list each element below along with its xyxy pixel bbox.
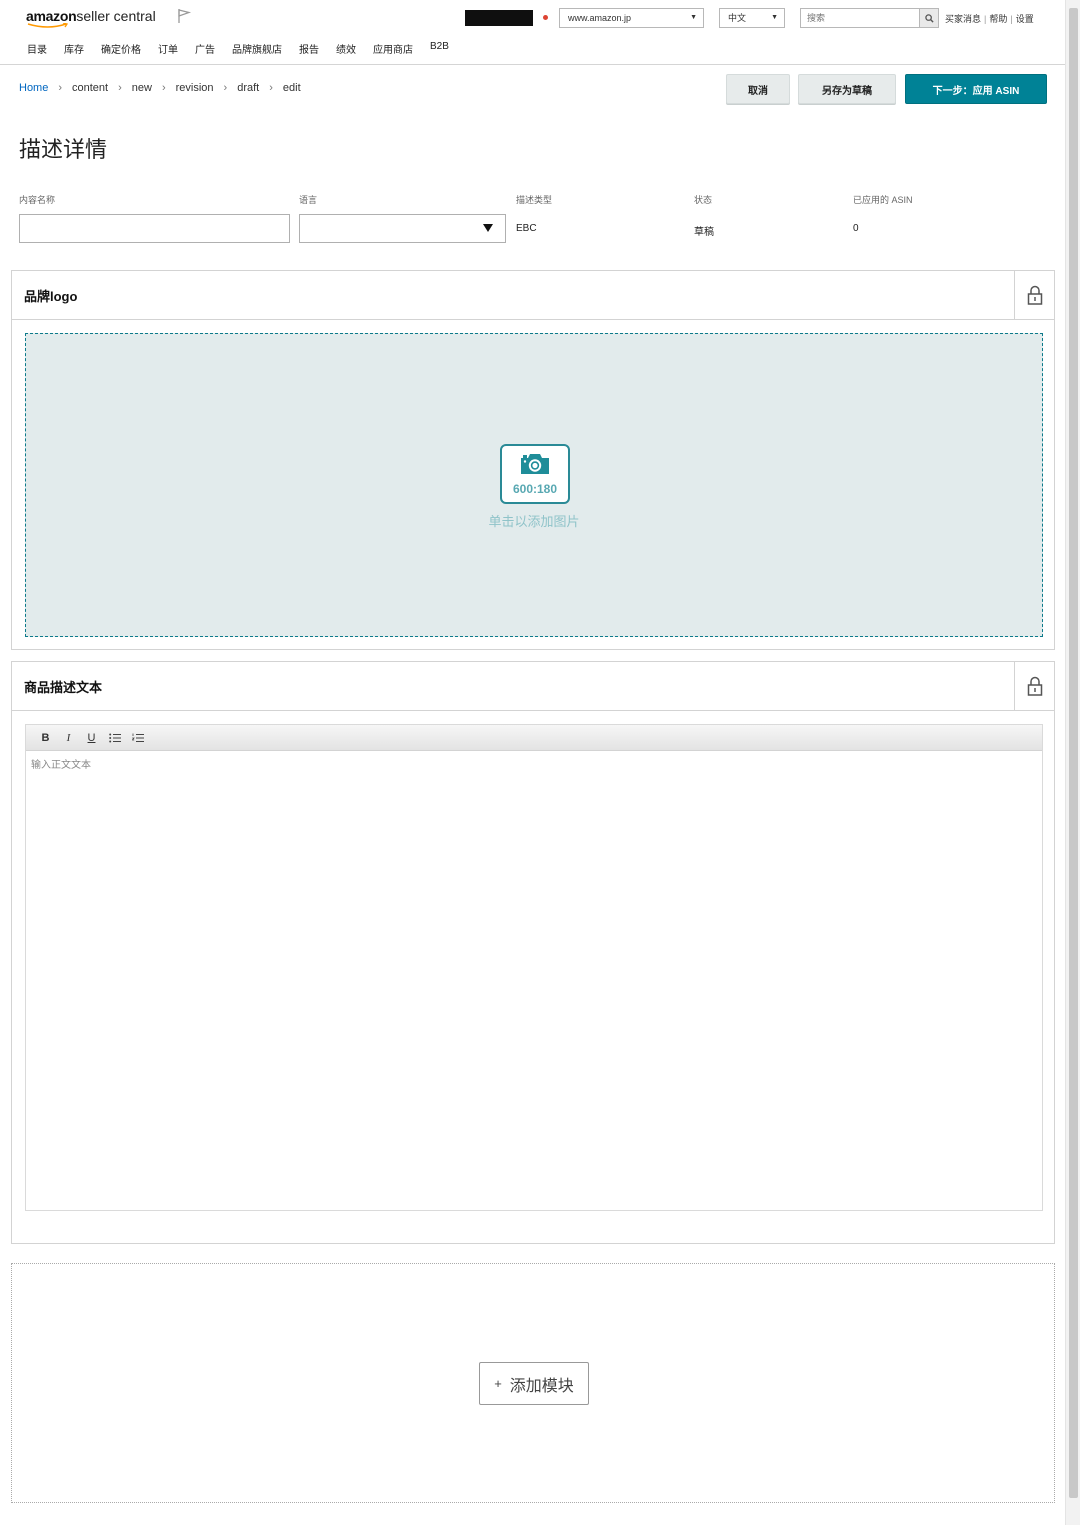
lock-button[interactable] [1014,662,1054,710]
image-ratio-label: 600:180 [512,482,558,496]
breadcrumb-new[interactable]: new [132,82,152,94]
chevron-right-icon: › [269,82,273,94]
main-nav: 目录 库存 确定价格 订单 广告 品牌旗舰店 报告 绩效 应用商店 B2B [27,41,466,56]
module-title: 商品描述文本 [24,680,103,695]
lock-icon [1027,285,1042,305]
add-image-button[interactable]: 600:180 [500,444,570,504]
link-buyer-messages[interactable]: 买家消息 [945,14,981,24]
chevron-right-icon: › [161,82,166,94]
flag-icon[interactable] [176,8,192,24]
product-description-module: 商品描述文本 B I U 输入正文文本 [11,661,1055,1244]
nav-performance[interactable]: 绩效 [336,41,356,56]
search-button[interactable] [919,8,939,28]
nav-stores[interactable]: 品牌旗舰店 [232,41,282,56]
chevron-right-icon: › [58,82,63,94]
camera-icon [521,454,549,474]
plus-icon: + [494,1376,502,1391]
editor-toolbar: B I U [26,725,1042,751]
caret-down-icon: ▼ [690,14,697,21]
module-header: 商品描述文本 [12,662,1054,711]
scrollbar-thumb[interactable] [1069,8,1078,1498]
link-help[interactable]: 帮助 [989,14,1007,24]
nav-inventory[interactable]: 库存 [64,41,84,56]
nav-b2b[interactable]: B2B [430,41,449,56]
breadcrumb-content[interactable]: content [72,82,108,94]
nav-reports[interactable]: 报告 [299,41,319,56]
chevron-right-icon: › [118,82,122,94]
next-apply-asin-button[interactable]: 下一步：应用 ASIN [905,74,1047,104]
module-header: 品牌logo [12,271,1054,320]
brand-logo-module: 品牌logo 600:180 单击以添加图片 [11,270,1055,650]
image-dropzone[interactable]: 600:180 单击以添加图片 [25,333,1043,637]
caret-down-icon: ▼ [771,14,778,21]
content-name-input[interactable] [19,214,290,243]
nav-orders[interactable]: 订单 [158,41,178,56]
lock-icon [1027,676,1042,696]
chevron-right-icon: › [223,82,228,94]
module-title: 品牌logo [24,289,78,304]
status-value: 草稿 [694,227,714,238]
editor-placeholder: 输入正文文本 [31,760,91,771]
applied-asin-value: 0 [853,223,859,234]
save-draft-button[interactable]: 另存为草稿 [798,74,896,104]
applied-asin-label: 已应用的 ASIN [853,195,913,205]
cancel-button[interactable]: 取消 [726,74,790,104]
breadcrumb: Home › content › new › revision › draft … [19,82,301,94]
add-module-area: + 添加模块 [11,1263,1055,1503]
lock-button[interactable] [1014,271,1054,319]
redacted-account-name [465,10,533,26]
top-header: amazonseller central www.amazon.jp ▼ 中文 … [0,0,1065,65]
rich-text-editor[interactable]: B I U 输入正文文本 [25,724,1043,1211]
underline-button[interactable]: U [80,729,103,747]
search-icon [924,13,934,23]
breadcrumb-edit: edit [282,82,301,94]
nav-appstore[interactable]: 应用商店 [373,41,413,56]
numbered-list-button[interactable] [126,729,149,747]
marketplace-select[interactable]: www.amazon.jp ▼ [559,8,704,28]
caret-down-icon [483,224,493,232]
type-value: EBC [516,223,537,234]
nav-catalog[interactable]: 目录 [27,41,47,56]
add-module-button[interactable]: + 添加模块 [479,1362,589,1405]
breadcrumb-draft[interactable]: draft [237,82,259,94]
italic-button[interactable]: I [57,729,80,747]
numbered-list-icon [131,733,144,742]
japan-flag-icon [540,12,551,23]
bold-button[interactable]: B [34,729,57,747]
status-label: 状态 [694,195,713,205]
search-input[interactable] [800,8,920,28]
language-label: 语言 [299,195,318,205]
amazon-smile-icon [27,23,69,28]
nav-pricing[interactable]: 确定价格 [101,41,141,56]
breadcrumb-revision[interactable]: revision [176,82,214,94]
bulleted-list-icon [108,733,121,742]
top-links: 买家消息 | 帮助 | 设置 [945,14,1034,24]
breadcrumb-home[interactable]: Home [19,82,48,94]
bulleted-list-button[interactable] [103,729,126,747]
add-module-label: 添加模块 [509,1377,574,1395]
type-label: 描述类型 [516,195,553,205]
link-settings[interactable]: 设置 [1016,14,1034,24]
language-dropdown[interactable] [299,214,506,243]
language-select[interactable]: 中文 ▼ [719,8,785,28]
add-image-hint: 单击以添加图片 [488,514,580,529]
content-name-label: 内容名称 [19,195,56,205]
vertical-scrollbar[interactable] [1065,0,1080,1525]
nav-advertising[interactable]: 广告 [195,41,215,56]
page-title: 描述详情 [19,137,108,162]
